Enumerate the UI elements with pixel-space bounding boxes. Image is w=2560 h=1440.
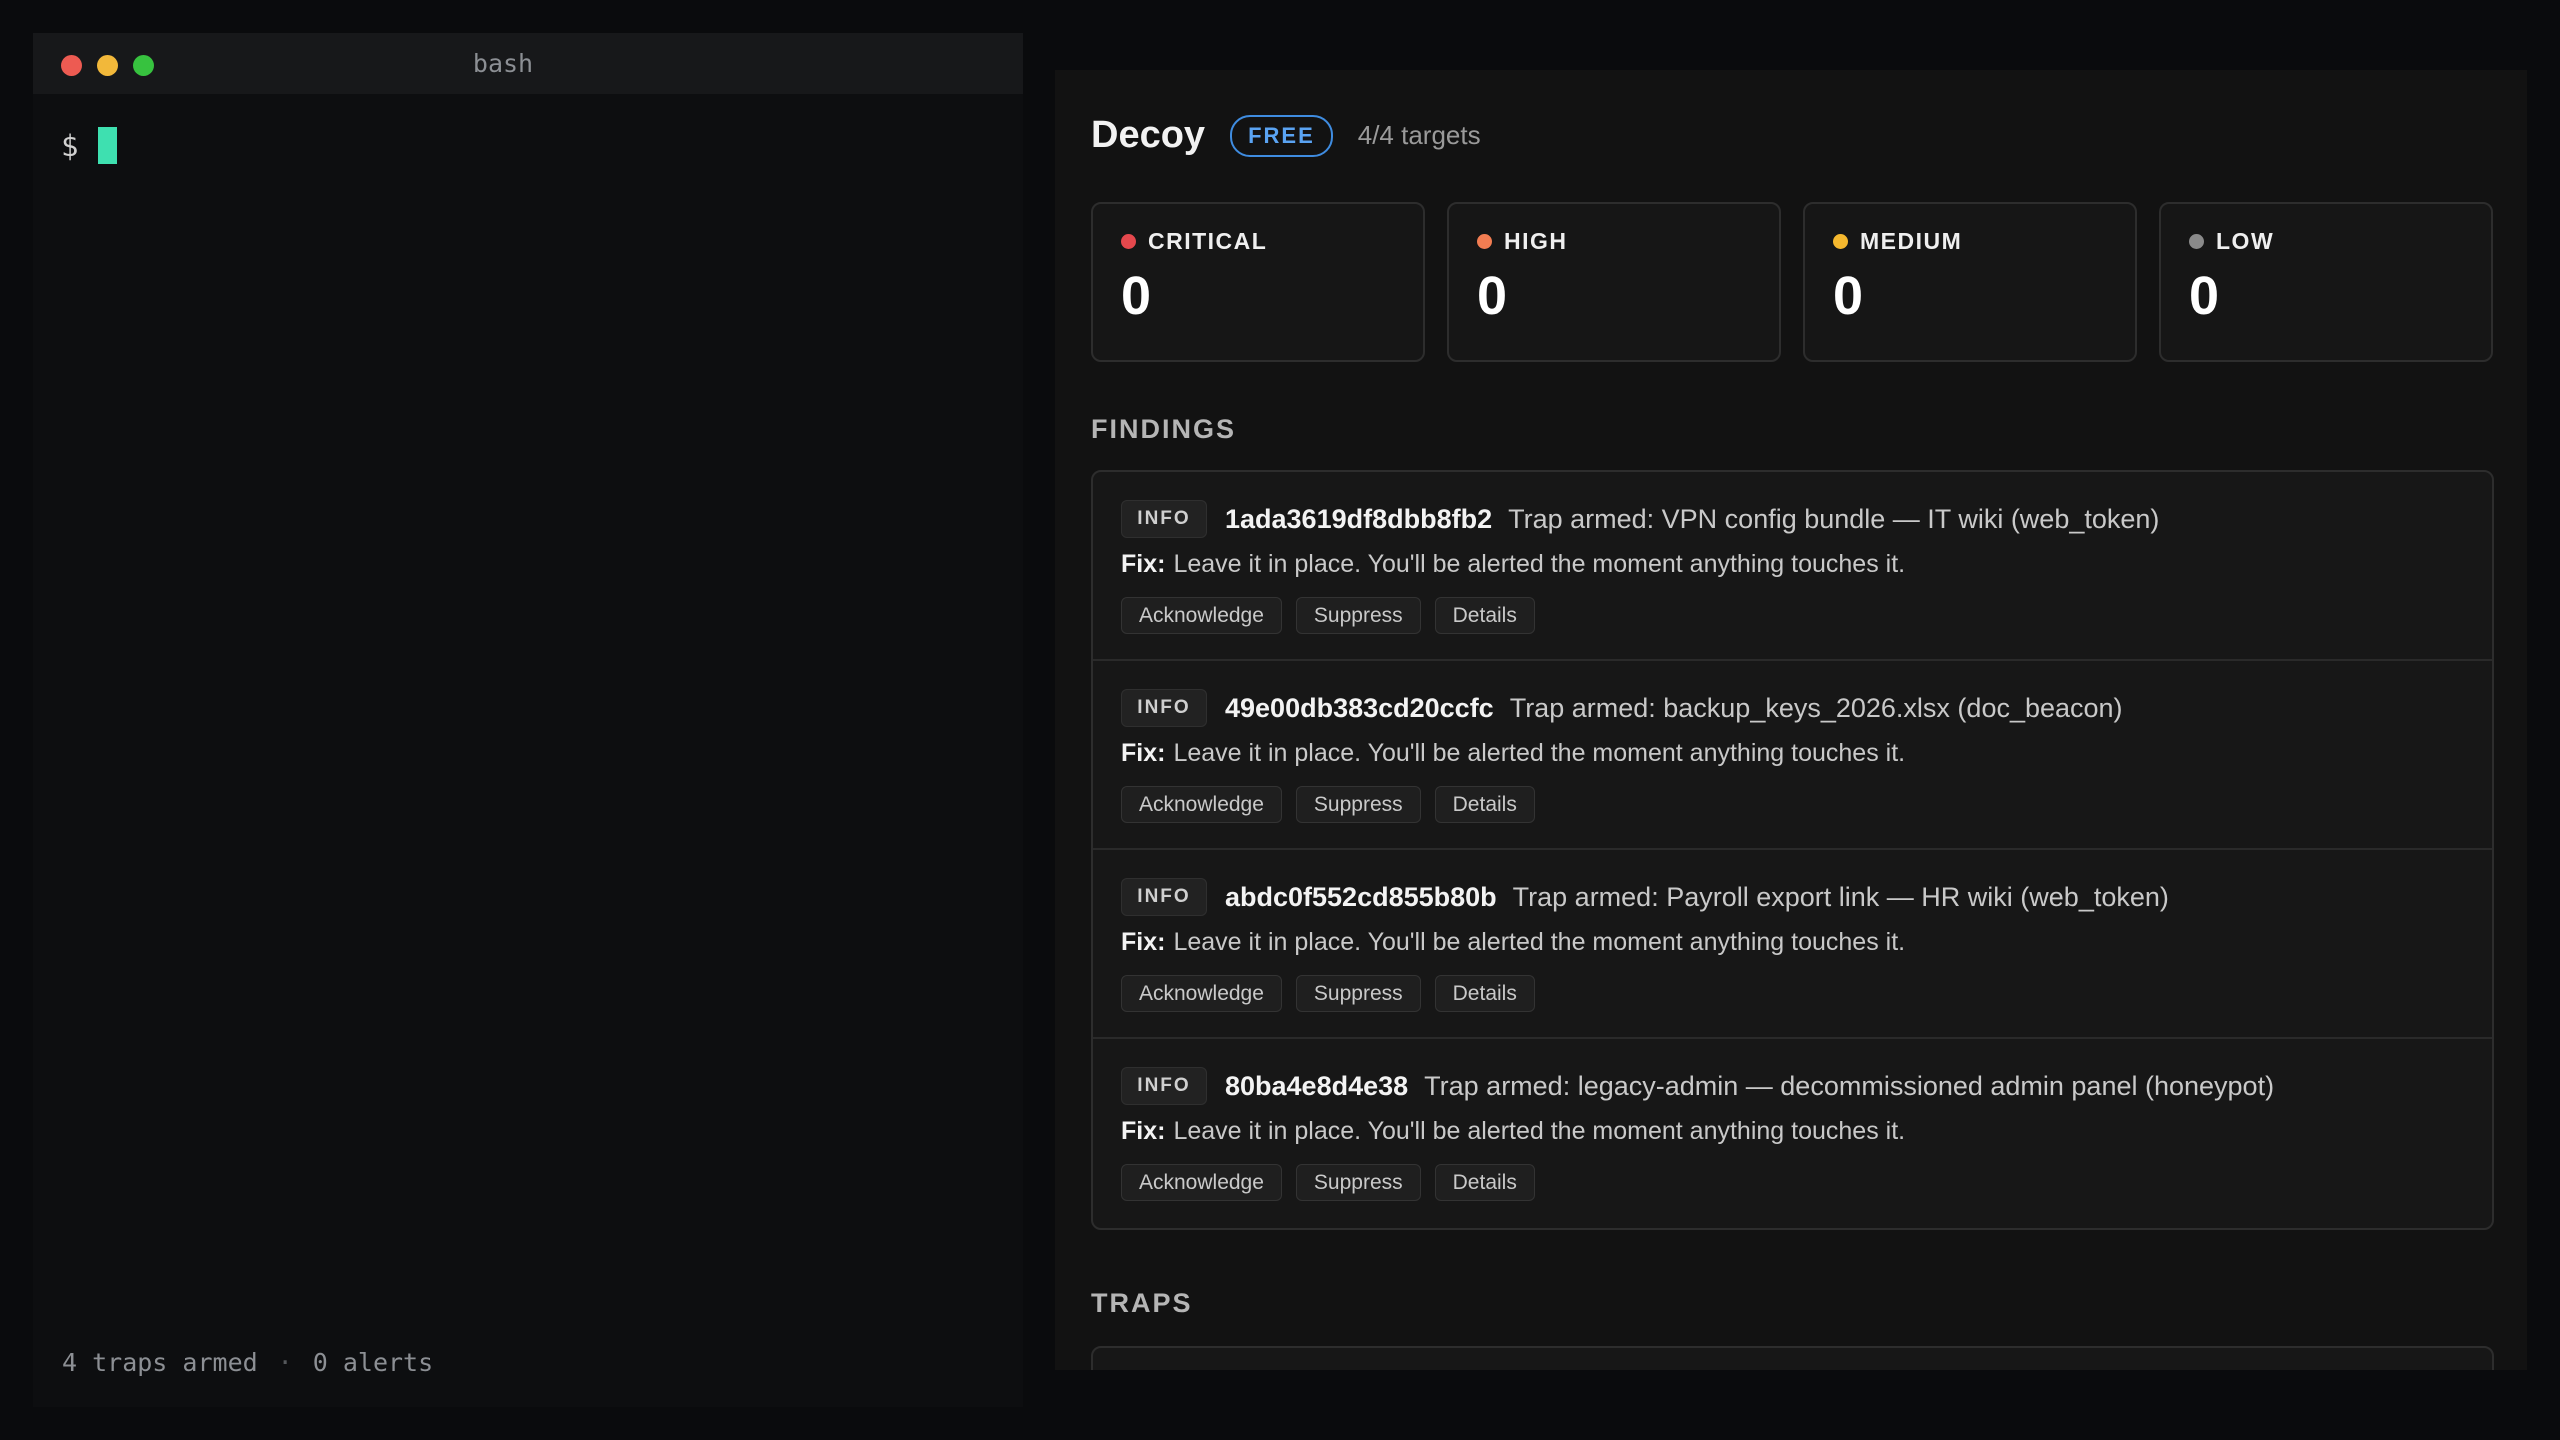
info-level-badge: INFO [1121, 1067, 1207, 1105]
info-level-badge: INFO [1121, 500, 1207, 538]
info-level-badge: INFO [1121, 689, 1207, 727]
severity-count: 0 [2189, 266, 2220, 326]
shell-prompt: $ [61, 128, 79, 163]
finding-id: 80ba4e8d4e38 [1225, 1070, 1409, 1101]
terminal-window: bash $ 4 traps armed · 0 alerts [33, 33, 1023, 1407]
details-button[interactable]: Details [1434, 1164, 1535, 1201]
fix-row: Fix: Leave it in place. You'll be alerted… [1121, 550, 2464, 579]
finding-description: Trap armed: VPN config bundle — IT wiki … [1508, 503, 2160, 534]
terminal-titlebar: bash [33, 33, 1023, 94]
fix-row: Fix: Leave it in place. You'll be alerted… [1121, 928, 2464, 957]
finding-description: Trap armed: Payroll export link — HR wik… [1512, 881, 2169, 912]
info-level-badge: INFO [1121, 878, 1207, 916]
suppress-button[interactable]: Suppress [1295, 786, 1421, 823]
finding-description: Trap armed: backup_keys_2026.xlsx (doc_b… [1509, 692, 2123, 723]
fix-label: Fix: [1121, 1117, 1166, 1145]
findings-list: INFO 1ada3619df8dbb8fb2 Trap armed: VPN … [1091, 470, 2494, 1230]
fix-label: Fix: [1121, 928, 1166, 956]
severity-label: MEDIUM [1860, 228, 1963, 254]
severity-label: CRITICAL [1148, 228, 1268, 254]
high-status-dot [1477, 234, 1492, 249]
low-status-dot [2189, 234, 2204, 249]
suppress-button[interactable]: Suppress [1295, 975, 1421, 1012]
severity-card-medium: MEDIUM 0 [1803, 202, 2137, 362]
findings-heading: FINDINGS [1091, 414, 1237, 444]
acknowledge-button[interactable]: Acknowledge [1121, 786, 1282, 823]
fix-label: Fix: [1121, 550, 1166, 578]
suppress-button[interactable]: Suppress [1295, 597, 1421, 634]
finding-id: abdc0f552cd855b80b [1225, 881, 1497, 912]
severity-label: HIGH [1504, 228, 1568, 254]
critical-status-dot [1121, 234, 1136, 249]
terminal-title: bash [472, 49, 534, 78]
suppress-button[interactable]: Suppress [1295, 1164, 1421, 1201]
finding-description: Trap armed: legacy-admin — decommissione… [1424, 1070, 2275, 1101]
finding-actions: Acknowledge Suppress Details [1121, 975, 2464, 1012]
traps-list [1091, 1346, 2494, 1370]
traps-heading: TRAPS [1091, 1288, 1193, 1318]
severity-count: 0 [1833, 266, 1864, 326]
app-title: Decoy [1091, 114, 1206, 156]
traps-armed-status: 4 traps armed [62, 1348, 258, 1377]
details-button[interactable]: Details [1434, 975, 1535, 1012]
status-separator: · [277, 1348, 293, 1377]
fix-text: Leave it in place. You'll be alerted the… [1173, 1117, 1906, 1145]
finding-item: INFO 49e00db383cd20ccfc Trap armed: back… [1093, 661, 2492, 850]
fix-row: Fix: Leave it in place. You'll be alerted… [1121, 1117, 2464, 1146]
severity-label: LOW [2216, 228, 2275, 254]
terminal-status-line: 4 traps armed · 0 alerts [62, 1348, 433, 1377]
details-button[interactable]: Details [1434, 786, 1535, 823]
severity-card-high: HIGH 0 [1447, 202, 1781, 362]
finding-item: INFO 80ba4e8d4e38 Trap armed: legacy-adm… [1093, 1039, 2492, 1228]
finding-item: INFO abdc0f552cd855b80b Trap armed: Payr… [1093, 850, 2492, 1039]
dashboard-header: Decoy FREE 4/4 targets [1091, 114, 1481, 157]
fix-text: Leave it in place. You'll be alerted the… [1173, 928, 1906, 956]
severity-card-low: LOW 0 [2159, 202, 2493, 362]
finding-id: 1ada3619df8dbb8fb2 [1225, 503, 1493, 534]
decoy-dashboard: Decoy FREE 4/4 targets CRITICAL 0 HIGH 0… [1055, 70, 2527, 1370]
acknowledge-button[interactable]: Acknowledge [1121, 1164, 1282, 1201]
severity-count: 0 [1477, 266, 1508, 326]
finding-actions: Acknowledge Suppress Details [1121, 786, 2464, 823]
severity-count: 0 [1121, 266, 1152, 326]
acknowledge-button[interactable]: Acknowledge [1121, 597, 1282, 634]
terminal-input-area[interactable]: $ [61, 127, 118, 164]
acknowledge-button[interactable]: Acknowledge [1121, 975, 1282, 1012]
fix-text: Leave it in place. You'll be alerted the… [1173, 739, 1906, 767]
finding-item: INFO 1ada3619df8dbb8fb2 Trap armed: VPN … [1093, 472, 2492, 661]
terminal-cursor [98, 127, 118, 164]
fix-text: Leave it in place. You'll be alerted the… [1173, 550, 1906, 578]
severity-card-critical: CRITICAL 0 [1091, 202, 1425, 362]
details-button[interactable]: Details [1434, 597, 1535, 634]
severity-summary: CRITICAL 0 HIGH 0 MEDIUM 0 LOW 0 [1091, 202, 2493, 362]
fix-row: Fix: Leave it in place. You'll be alerted… [1121, 739, 2464, 768]
alerts-status: 0 alerts [312, 1348, 434, 1377]
targets-count: 4/4 targets [1357, 120, 1481, 150]
medium-status-dot [1833, 234, 1848, 249]
finding-actions: Acknowledge Suppress Details [1121, 1164, 2464, 1201]
plan-badge: FREE [1230, 114, 1333, 157]
finding-id: 49e00db383cd20ccfc [1225, 692, 1494, 723]
finding-actions: Acknowledge Suppress Details [1121, 597, 2464, 634]
fix-label: Fix: [1121, 739, 1166, 767]
